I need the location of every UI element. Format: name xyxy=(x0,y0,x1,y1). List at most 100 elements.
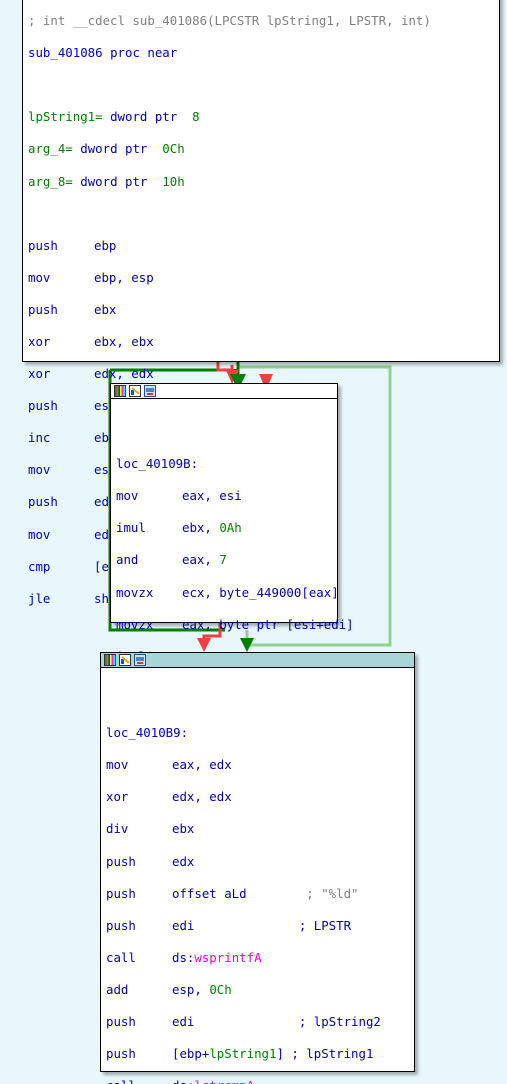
inline-comment: ; lpString1 xyxy=(291,1046,374,1062)
stackvar-value: 8 xyxy=(192,109,200,125)
code-line: sub_401086 proc near xyxy=(28,45,499,61)
stackvar-value: 0Ch xyxy=(162,141,185,157)
mnemonic: div xyxy=(106,821,129,837)
mnemonic: push xyxy=(106,885,136,901)
mnemonic: and xyxy=(116,552,139,568)
api-call-lstrcmpa[interactable]: lstrcmpA xyxy=(194,1078,254,1084)
basic-block-entry[interactable]: ; int __cdecl sub_401086(LPCSTR lpString… xyxy=(22,0,500,606)
code-line: call ds:wsprintfA xyxy=(106,949,262,965)
api-call-wsprintfa[interactable]: wsprintfA xyxy=(194,950,261,965)
mnemonic: push xyxy=(28,301,58,317)
mnemonic: mov xyxy=(28,462,51,478)
mnemonic: cmp xyxy=(28,558,51,574)
inline-comment: ; "%ld" xyxy=(306,885,359,901)
block-label[interactable]: loc_40109B: xyxy=(116,456,198,471)
operands: edx, edx xyxy=(94,366,154,382)
stackvar-type: dword ptr xyxy=(110,109,178,125)
stackvar-name[interactable]: lpString1= xyxy=(28,109,103,124)
mnemonic: imul xyxy=(116,520,146,536)
stackvar-name[interactable]: arg_4= xyxy=(28,141,73,156)
node-titlebar[interactable] xyxy=(111,384,337,399)
mnemonic: call xyxy=(106,949,136,965)
code-line: loc_40109B: xyxy=(116,456,337,472)
code-line: push ebx xyxy=(28,302,499,318)
mnemonic: push xyxy=(106,853,136,869)
code-line: arg_8= dword ptr 10h xyxy=(28,174,499,190)
code-line: xor edx, edx xyxy=(28,366,499,382)
code-line: push edi ; lpString2 xyxy=(106,1013,381,1029)
chart-pencil-icon[interactable] xyxy=(119,654,131,666)
code-line: ; int __cdecl sub_401086(LPCSTR lpString… xyxy=(28,13,499,29)
mnemonic: movzx xyxy=(116,584,154,600)
mnemonic: push xyxy=(106,1013,136,1029)
code-line: imul ebx, 0Ah xyxy=(116,520,242,536)
block-label[interactable]: loc_4010B9: xyxy=(106,725,188,740)
mnemonic: mov xyxy=(28,269,51,285)
mnemonic: push xyxy=(106,917,136,933)
operands: edx xyxy=(172,853,195,869)
operands: eax, byte ptr [esi+edi] xyxy=(182,616,354,632)
stackvar-type: dword ptr xyxy=(80,141,148,157)
screen-icon[interactable] xyxy=(144,385,156,397)
code-line: movzx ecx, byte_449000[eax] xyxy=(116,584,339,601)
code-line: mov eax, esi xyxy=(116,488,337,504)
code-line: push ebp xyxy=(28,238,499,254)
code-line: push edx xyxy=(106,854,414,870)
code-line: and eax, 7 xyxy=(116,552,227,568)
mnemonic: push xyxy=(28,398,58,414)
code-line: xor ebx, ebx xyxy=(28,334,499,350)
code-line: movzx eax, byte ptr [esi+edi] xyxy=(116,616,354,633)
inline-comment: ; LPSTR xyxy=(298,917,352,933)
code-line: push edi ; LPSTR xyxy=(106,917,352,933)
mnemonic: mov xyxy=(28,526,51,542)
code-line: callds:lstrcmpA xyxy=(106,1078,414,1084)
basic-block-exit[interactable]: loc_4010B9: mov eax, edx xor edx, edx div e… xyxy=(100,652,415,1084)
operands: ebx, ebx xyxy=(94,333,154,349)
string-ref[interactable]: aLd xyxy=(224,886,246,901)
code-line: mov eax, edx xyxy=(106,757,414,773)
mnemonic: inc xyxy=(28,430,51,446)
mnemonic: add xyxy=(106,981,129,997)
code-line: push offset aLd ; "%ld" xyxy=(106,885,359,901)
mnemonic: mov xyxy=(116,488,139,504)
mnemonic: mov xyxy=(106,757,129,773)
operands: edx, edx xyxy=(172,789,232,805)
mnemonic[interactable]: jle xyxy=(28,591,94,607)
code-line: xor edx, edx xyxy=(106,789,414,805)
mnemonic: push xyxy=(28,494,58,510)
operands[interactable]: ecx, byte_449000[eax] xyxy=(182,585,339,600)
node-titlebar[interactable] xyxy=(101,653,414,668)
mnemonic: push xyxy=(106,1046,136,1062)
code-line: push [ebp+lpString1] ; lpString1 xyxy=(106,1046,374,1062)
stackvar-name[interactable]: arg_8= xyxy=(28,174,73,189)
ida-graph-canvas[interactable]: ; int __cdecl sub_401086(LPCSTR lpString… xyxy=(0,0,507,1084)
screen-icon[interactable] xyxy=(134,654,146,666)
chart-pencil-icon[interactable] xyxy=(129,385,141,397)
palette-icon[interactable] xyxy=(104,654,116,666)
mnemonic: xor xyxy=(28,333,51,349)
stackvar-type: dword ptr xyxy=(80,173,148,189)
basic-block-loop[interactable]: loc_40109B: mov eax, esi imul ebx, 0Ah and… xyxy=(110,383,354,792)
proc-name[interactable]: sub_401086 xyxy=(28,45,103,60)
proc-keyword: proc near xyxy=(110,45,178,61)
mnemonic: movzx xyxy=(116,616,154,632)
code-line: add esp, 0Ch xyxy=(106,981,232,997)
operands: ebx xyxy=(172,821,195,837)
palette-icon[interactable] xyxy=(114,385,126,397)
operands: ebx xyxy=(94,301,117,317)
mnemonic: xor xyxy=(28,366,51,382)
code-line: arg_4= dword ptr 0Ch xyxy=(28,141,499,157)
operands: ebp xyxy=(94,237,117,253)
function-prototype-comment: ; int __cdecl sub_401086(LPCSTR lpString… xyxy=(28,13,431,29)
mnemonic: call xyxy=(106,1078,172,1084)
mnemonic: push xyxy=(28,237,58,253)
code-line: mov ebp, esp xyxy=(28,270,499,286)
code-line: div ebx xyxy=(106,821,414,837)
exit-code[interactable]: loc_4010B9: mov eax, edx xor edx, edx div e… xyxy=(101,668,414,1084)
operands: ebp, esp xyxy=(94,269,154,285)
stackvar-value: 10h xyxy=(162,173,185,189)
mnemonic: xor xyxy=(106,789,129,805)
